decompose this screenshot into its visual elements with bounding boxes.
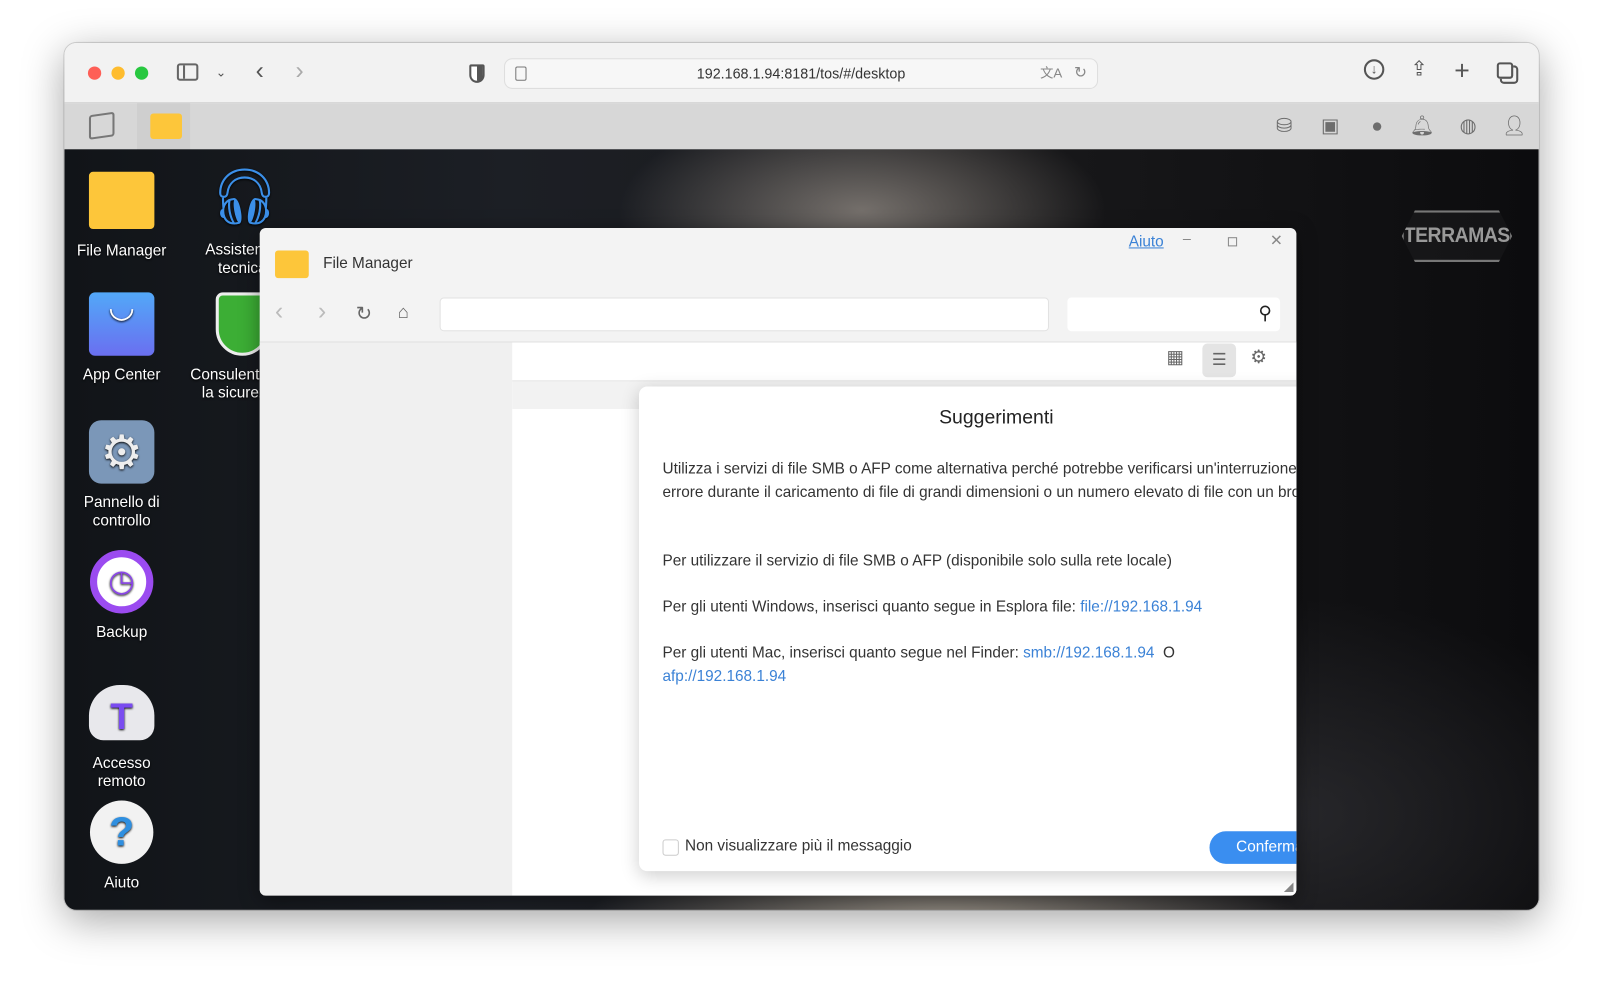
list-view-icon[interactable]: ☰ — [1202, 343, 1237, 378]
terramaster-logo: TERRAMASTER — [1401, 210, 1513, 263]
folder-icon — [275, 250, 309, 279]
dialog-paragraph-2: Per utilizzare il servizio di file SMB o… — [662, 552, 1172, 570]
cloud-icon: T — [88, 685, 155, 741]
tos-taskbar: ⛁ ▣ ● 🔔︎ ◍ 👤︎ — [64, 103, 1539, 150]
share-icon[interactable]: ⇪ — [1406, 56, 1433, 82]
home-icon[interactable]: ⌂ — [398, 302, 409, 323]
desktop-icon-control-panel[interactable]: ⚙ Pannello di controllo — [64, 420, 188, 530]
folder-icon — [88, 171, 155, 230]
refresh-icon[interactable]: ↻ — [356, 303, 372, 327]
search-icon[interactable]: ⚲ — [1258, 303, 1271, 324]
desktop-icon-backup[interactable]: ◷ Backup — [64, 550, 188, 642]
folder-icon — [150, 113, 182, 140]
file-manager-window: File Manager Aiuto – ✕ ‹ › ↻ ⌂ ⚲ ▦ ☰ ⚙ s… — [259, 227, 1297, 896]
dont-show-checkbox[interactable] — [662, 839, 679, 856]
globe-icon[interactable]: ◍ — [1456, 115, 1481, 140]
maximize-button[interactable] — [1227, 237, 1238, 247]
confirm-button[interactable]: Conferma — [1209, 831, 1297, 864]
dialog-paragraph-3: Per gli utenti Windows, inserisci quanto… — [663, 596, 1297, 619]
desktop-icon-remote-access[interactable]: T Accesso remoto — [64, 677, 188, 792]
forward-icon[interactable]: › — [286, 57, 313, 86]
gear-icon: ⚙ — [88, 420, 155, 484]
dialog-paragraph-1: Utilizza i servizi di file SMB o AFP com… — [662, 460, 1297, 501]
dialog-title: Suggerimenti — [939, 406, 1054, 429]
desktop-icon-file-manager[interactable]: File Manager — [64, 168, 188, 261]
help-icon: ? — [89, 800, 154, 864]
user-icon[interactable]: 👤︎ — [1502, 115, 1527, 140]
privacy-shield-icon[interactable] — [469, 64, 485, 83]
desktop-icon-help[interactable]: ? Aiuto — [64, 800, 188, 893]
back-icon[interactable]: ‹ — [246, 57, 273, 86]
new-tab-icon[interactable]: + — [1449, 55, 1476, 87]
resource-monitor-icon[interactable]: ▣ — [1318, 115, 1343, 140]
smb-link[interactable]: smb://192.168.1.94 — [1023, 644, 1154, 661]
desktop: File Manager ◡ App Center ⚙ Pannello di … — [64, 149, 1539, 910]
url-text: 192.168.1.94:8181/tos/#/desktop — [696, 65, 906, 82]
address-bar[interactable]: 192.168.1.94:8181/tos/#/desktop 文A ↻ — [504, 58, 1099, 89]
icon-label-line2: controllo — [92, 512, 151, 530]
browser-window: ⌄ ‹ › 192.168.1.94:8181/tos/#/desktop 文A… — [64, 42, 1539, 910]
back-icon[interactable]: ‹ — [275, 298, 283, 327]
minimize-button[interactable]: – — [1183, 230, 1191, 246]
usb-icon[interactable]: ⛁ — [1272, 115, 1297, 140]
chevron-down-icon[interactable]: ⌄ — [208, 65, 235, 79]
file-link[interactable]: file://192.168.1.94 — [1080, 598, 1202, 615]
headset-icon: 🎧︎ — [209, 166, 280, 228]
chat-icon[interactable]: ● — [1365, 115, 1390, 140]
browser-titlebar: ⌄ ‹ › 192.168.1.94:8181/tos/#/desktop 文A… — [64, 42, 1539, 104]
afp-link[interactable]: afp://192.168.1.94 — [663, 667, 787, 684]
windows-instruction: Per gli utenti Windows, inserisci quanto… — [662, 598, 1081, 616]
icon-label: Backup — [96, 623, 148, 642]
icon-label: File Manager — [76, 242, 167, 260]
sidebar-toggle-icon[interactable] — [176, 63, 199, 81]
path-input[interactable] — [439, 297, 1049, 332]
checkbox-label[interactable]: Non visualizzare più il messaggio — [685, 837, 912, 854]
icon-label: Accesso — [92, 754, 151, 772]
shopping-bag-icon: ◡ — [88, 292, 155, 356]
tabs-overview-icon[interactable] — [1496, 62, 1514, 79]
grid-view-icon[interactable]: ▦ — [1167, 347, 1184, 368]
forward-icon[interactable]: › — [318, 298, 326, 327]
or-text: O — [1162, 644, 1175, 662]
sidebar — [259, 342, 513, 896]
bell-icon[interactable]: 🔔︎ — [1410, 115, 1435, 140]
close-window-button[interactable] — [87, 66, 102, 80]
icon-label-line2: remoto — [97, 772, 146, 791]
close-button[interactable]: ✕ — [1270, 231, 1283, 249]
search-input[interactable]: ⚲ — [1067, 297, 1281, 332]
icon-label: App Center — [82, 366, 161, 384]
start-menu-icon[interactable] — [88, 111, 115, 140]
page-icon — [515, 66, 527, 81]
translate-icon[interactable]: 文A — [1040, 59, 1062, 88]
tips-dialog: Suggerimenti ✕ Utilizza i servizi di fil… — [639, 386, 1297, 872]
desktop-icon-app-center[interactable]: ◡ App Center — [64, 292, 188, 384]
zoom-window-button[interactable] — [134, 66, 149, 80]
icon-label: Pannello di — [83, 493, 160, 512]
help-link[interactable]: Aiuto — [1129, 233, 1164, 250]
downloads-icon[interactable]: ↓ — [1363, 59, 1385, 80]
resize-handle[interactable]: ◢ — [1284, 879, 1293, 893]
reload-icon[interactable]: ↻ — [1074, 59, 1087, 88]
window-title: File Manager — [323, 254, 413, 272]
mac-instruction: Per gli utenti Mac, inserisci quanto seg… — [662, 644, 1024, 662]
dialog-paragraph-4: Per gli utenti Mac, inserisci quanto seg… — [663, 642, 1297, 688]
minimize-window-button[interactable] — [111, 66, 125, 80]
clock-icon: ◷ — [89, 550, 154, 614]
taskbar-file-manager[interactable] — [137, 103, 191, 150]
icon-label: Aiuto — [104, 874, 140, 892]
settings-icon[interactable]: ⚙ — [1250, 347, 1267, 368]
